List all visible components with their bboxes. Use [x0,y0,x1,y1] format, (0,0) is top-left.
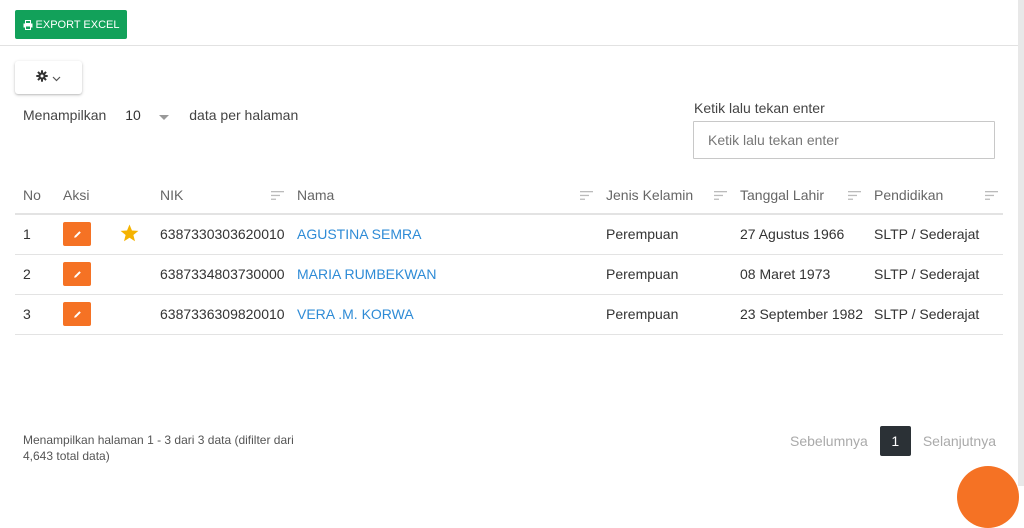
sort-icon[interactable] [271,187,284,203]
per-page-select[interactable]: 10 [125,107,171,123]
cell-nama: MARIA RUMBEKWAN [289,254,598,295]
column-header-star [112,177,152,215]
column-header-nama[interactable]: Nama [289,177,598,215]
printer-icon [23,19,33,30]
cell-no: 3 [15,294,55,335]
next-page-button[interactable]: Selanjutnya [923,433,996,449]
cell-no: 2 [15,254,55,295]
pencil-icon [73,266,82,282]
edit-button[interactable] [63,302,91,326]
scrollbar[interactable] [1018,0,1024,486]
cell-nik: 6387334803730000 [152,254,289,295]
cell-aksi [55,294,112,335]
per-page-prefix: Menampilkan [23,107,107,123]
per-page-value: 10 [125,107,141,123]
cell-pendidikan: SLTP / Sederajat [866,294,1003,335]
cell-jenis-kelamin: Perempuan [598,214,732,255]
previous-page-button[interactable]: Sebelumnya [790,433,868,449]
column-header-jenis-kelamin[interactable]: Jenis Kelamin [598,177,732,215]
cell-star [112,294,152,335]
column-header-pendidikan[interactable]: Pendidikan [866,177,1003,215]
table-row: 2 6387334803730000 MARIA RUMBEKWAN Perem… [15,254,1003,295]
search-input[interactable] [693,121,995,159]
cell-nama: VERA .M. KORWA [289,294,598,335]
toolbar: EXPORT EXCEL [0,0,1018,46]
cell-pendidikan: SLTP / Sederajat [866,214,1003,255]
table-row: 1 6387330303620010 AGUSTINA SEMRA Peremp… [15,214,1003,255]
cell-tanggal-lahir: 27 Agustus 1966 [732,214,866,255]
chevron-down-icon [52,69,61,87]
per-page-suffix: data per halaman [189,107,299,123]
page-button-current[interactable]: 1 [879,426,911,456]
edit-button[interactable] [63,262,91,286]
cell-jenis-kelamin: Perempuan [598,294,732,335]
star-icon [120,224,139,245]
pencil-icon [73,306,82,322]
cell-no: 1 [15,214,55,255]
pencil-icon [73,226,82,242]
sort-icon[interactable] [985,187,998,203]
column-header-nik[interactable]: NIK [152,177,289,215]
cell-tanggal-lahir: 23 September 1982 [732,294,866,335]
pagination: Sebelumnya 1 Selanjutnya [790,426,996,456]
export-excel-button[interactable]: EXPORT EXCEL [15,10,127,39]
export-excel-label: EXPORT EXCEL [35,18,120,31]
table-info-text: Menampilkan halaman 1 - 3 dari 3 data (d… [23,433,294,463]
data-table: No Aksi NIK Nama Jenis Kelamin Tanggal L… [15,177,1003,335]
cell-star [112,214,152,255]
sort-icon[interactable] [580,187,593,203]
cell-aksi [55,254,112,295]
table-header-row: No Aksi NIK Nama Jenis Kelamin Tanggal L… [15,177,1003,215]
gear-icon [36,69,48,87]
cell-aksi [55,214,112,255]
settings-dropdown-button[interactable] [15,61,82,94]
name-link[interactable]: AGUSTINA SEMRA [297,226,421,242]
cell-tanggal-lahir: 08 Maret 1973 [732,254,866,295]
name-link[interactable]: MARIA RUMBEKWAN [297,266,437,282]
cell-nik: 6387336309820010 [152,294,289,335]
cell-star [112,254,152,295]
table-row: 3 6387336309820010 VERA .M. KORWA Peremp… [15,294,1003,335]
name-link[interactable]: VERA .M. KORWA [297,306,414,322]
column-header-no: No [15,177,55,215]
cell-nik: 6387330303620010 [152,214,289,255]
column-header-aksi: Aksi [55,177,112,215]
cell-nama: AGUSTINA SEMRA [289,214,598,255]
per-page-control: Menampilkan 10 data per halaman [23,107,298,123]
sort-icon[interactable] [848,187,861,203]
caret-down-icon [159,107,170,123]
edit-button[interactable] [63,222,91,247]
sort-icon[interactable] [714,187,727,203]
cell-pendidikan: SLTP / Sederajat [866,254,1003,295]
search-label: Ketik lalu tekan enter [694,100,825,116]
column-header-tanggal-lahir[interactable]: Tanggal Lahir [732,177,866,215]
cell-jenis-kelamin: Perempuan [598,254,732,295]
floating-action-button[interactable] [957,466,1019,528]
